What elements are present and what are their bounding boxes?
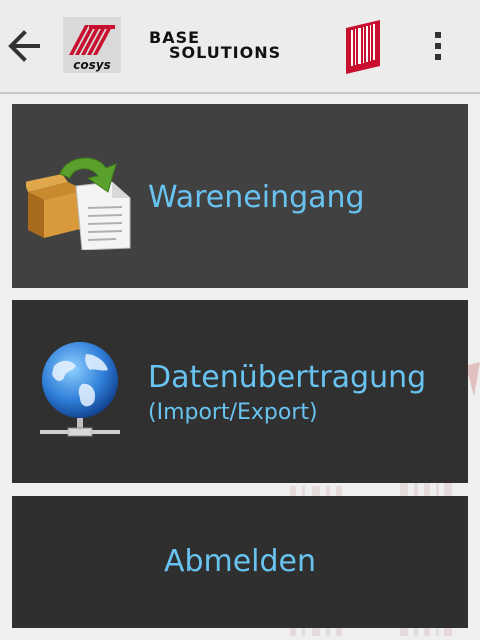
menu-item-wareneingang[interactable]: Wareneingang	[12, 104, 468, 288]
action-bar: cosys BASE SOLUTIONS	[0, 0, 480, 94]
more-vert-icon	[424, 32, 452, 60]
globe-network-icon	[40, 342, 120, 437]
logout-button[interactable]: Abmelden	[12, 496, 468, 628]
datenuebertragung-label: Datenübertragung	[148, 360, 427, 395]
datenuebertragung-sublabel: (Import/Export)	[148, 400, 318, 425]
abmelden-label: Abmelden	[163, 544, 317, 579]
back-button[interactable]	[4, 24, 44, 68]
svg-text:cosys: cosys	[73, 58, 110, 72]
menu-item-datenuebertragung[interactable]: Datenübertragung (Import/Export)	[12, 300, 468, 483]
box-document-arrow-icon	[26, 157, 131, 250]
wareneingang-label: Wareneingang	[148, 180, 365, 215]
base-solutions-logo: BASE SOLUTIONS	[147, 28, 315, 64]
arrow-left-icon	[8, 30, 40, 62]
barcode-icon[interactable]	[346, 20, 380, 74]
overflow-menu-button[interactable]	[424, 28, 452, 66]
logo-line-solutions: SOLUTIONS	[169, 43, 282, 62]
cosys-logo: cosys	[63, 17, 121, 73]
